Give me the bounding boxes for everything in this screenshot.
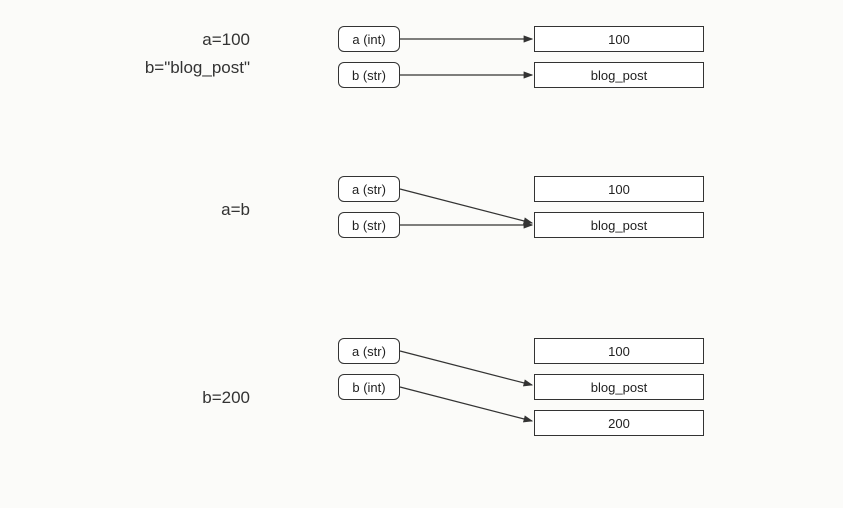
arrow-b-to-200-s3 (400, 387, 532, 421)
val-blog-label-3: blog_post (591, 380, 647, 395)
arrow-a-to-blog-s3 (400, 351, 532, 385)
val-100-label-1: 100 (608, 32, 630, 47)
var-b-label-3: b (int) (352, 380, 385, 395)
var-b-label-2: b (str) (352, 218, 386, 233)
var-b-box-2: b (str) (338, 212, 400, 238)
val-100-label-3: 100 (608, 344, 630, 359)
val-100-box-1: 100 (534, 26, 704, 52)
var-b-box-3: b (int) (338, 374, 400, 400)
val-blog-box-3: blog_post (534, 374, 704, 400)
arrow-a-to-blog-s2 (400, 189, 532, 223)
code-line-a100: a=100 (100, 30, 250, 50)
val-200-label-3: 200 (608, 416, 630, 431)
code-line-b200: b=200 (100, 388, 250, 408)
var-a-label-2: a (str) (352, 182, 386, 197)
var-a-label-1: a (int) (352, 32, 385, 47)
val-blog-label-1: blog_post (591, 68, 647, 83)
code-line-bstr: b="blog_post" (100, 58, 250, 78)
var-a-box-3: a (str) (338, 338, 400, 364)
var-a-box-2: a (str) (338, 176, 400, 202)
val-200-box-3: 200 (534, 410, 704, 436)
var-a-box-1: a (int) (338, 26, 400, 52)
code-line-ab: a=b (100, 200, 250, 220)
val-blog-box-1: blog_post (534, 62, 704, 88)
val-100-box-2: 100 (534, 176, 704, 202)
var-b-label-1: b (str) (352, 68, 386, 83)
var-a-label-3: a (str) (352, 344, 386, 359)
var-b-box-1: b (str) (338, 62, 400, 88)
val-100-label-2: 100 (608, 182, 630, 197)
val-blog-label-2: blog_post (591, 218, 647, 233)
val-blog-box-2: blog_post (534, 212, 704, 238)
val-100-box-3: 100 (534, 338, 704, 364)
